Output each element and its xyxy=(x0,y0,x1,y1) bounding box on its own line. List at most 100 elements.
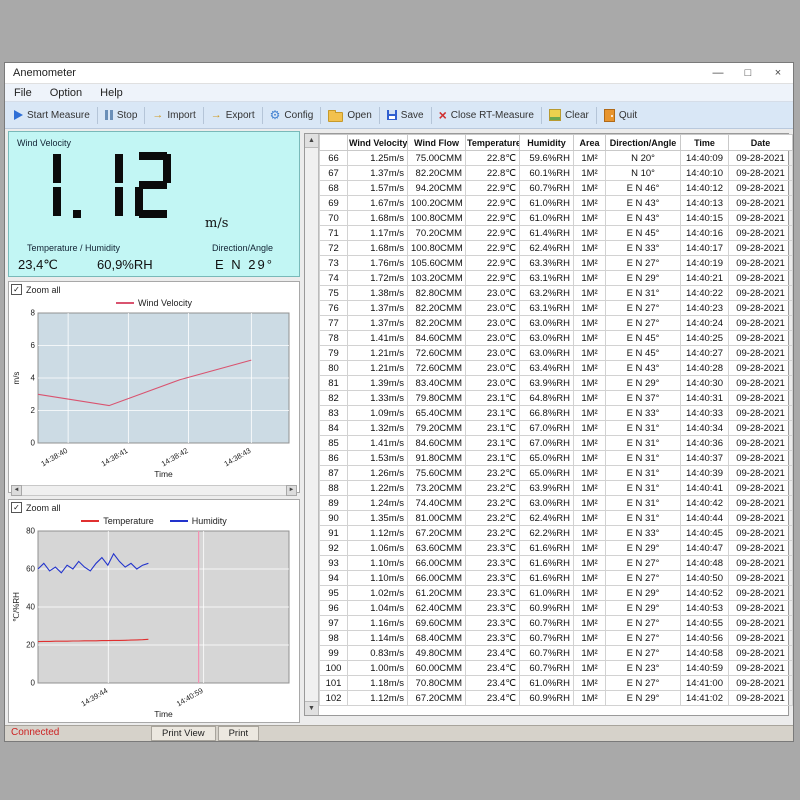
table-row[interactable]: 681.57m/s94.20CMM22.9℃60.7%RH1M²E N 46°1… xyxy=(320,181,793,196)
table-row[interactable]: 941.10m/s66.00CMM23.3℃61.6%RH1M²E N 27°1… xyxy=(320,571,793,586)
velocity-chart-hscrollbar[interactable]: ◄ ► xyxy=(11,485,297,496)
svg-text:14:38:41: 14:38:41 xyxy=(100,446,130,468)
scroll-up-icon[interactable]: ▲ xyxy=(305,134,318,148)
table-row[interactable]: 931.10m/s66.00CMM23.3℃61.6%RH1M²E N 27°1… xyxy=(320,556,793,571)
table-row[interactable]: 791.21m/s72.60CMM23.0℃63.0%RH1M²E N 45°1… xyxy=(320,346,793,361)
table-row[interactable]: 821.33m/s79.80CMM23.1℃64.8%RH1M²E N 37°1… xyxy=(320,391,793,406)
toolbar: Start Measure Stop → Import → Export ⚙ C… xyxy=(5,102,793,129)
table-row[interactable]: 781.41m/s84.60CMM23.0℃63.0%RH1M²E N 45°1… xyxy=(320,331,793,346)
quit-icon xyxy=(604,109,615,122)
start-measure-button[interactable]: Start Measure xyxy=(8,107,96,124)
gear-icon: ⚙ xyxy=(270,109,281,121)
save-button[interactable]: Save xyxy=(381,107,430,124)
table-row[interactable]: 1011.18m/s70.80CMM23.4℃61.0%RH1M²E N 27°… xyxy=(320,676,793,691)
table-row[interactable]: 841.32m/s79.20CMM23.1℃67.0%RH1M²E N 31°1… xyxy=(320,421,793,436)
table-row[interactable]: 951.02m/s61.20CMM23.3℃61.0%RH1M²E N 29°1… xyxy=(320,586,793,601)
zoom-all-checkbox[interactable]: ✓ xyxy=(11,284,22,295)
temperature-legend-swatch xyxy=(81,520,99,522)
table-row[interactable]: 981.14m/s68.40CMM23.3℃60.7%RH1M²E N 27°1… xyxy=(320,631,793,646)
open-button[interactable]: Open xyxy=(322,106,377,125)
svg-text:8: 8 xyxy=(31,309,36,318)
import-button[interactable]: → Import xyxy=(146,107,201,124)
maximize-button[interactable]: □ xyxy=(733,63,763,83)
table-row[interactable]: 1001.00m/s60.00CMM23.4℃60.7%RH1M²E N 23°… xyxy=(320,661,793,676)
table-row[interactable]: 861.53m/s91.80CMM23.1℃65.0%RH1M²E N 31°1… xyxy=(320,451,793,466)
quit-button[interactable]: Quit xyxy=(598,106,643,125)
menu-help[interactable]: Help xyxy=(91,86,132,100)
title-bar: Anemometer — □ × xyxy=(5,63,793,84)
wind-velocity-legend-swatch xyxy=(116,302,134,304)
table-row[interactable]: 731.76m/s105.60CMM22.9℃63.3%RH1M²E N 27°… xyxy=(320,256,793,271)
table-row[interactable]: 661.25m/s75.00CMM22.8℃59.6%RH1M²N 20°14:… xyxy=(320,151,793,166)
table-row[interactable]: 881.22m/s73.20CMM23.2℃63.9%RH1M²E N 31°1… xyxy=(320,481,793,496)
export-icon: → xyxy=(211,110,222,120)
left-panel: Wind Velocity m/s Temperature / Humidity… xyxy=(8,131,300,723)
svg-text:14:39:44: 14:39:44 xyxy=(79,686,109,708)
table-row[interactable]: 971.16m/s69.60CMM23.3℃60.7%RH1M²E N 27°1… xyxy=(320,616,793,631)
velocity-chart-legend: Wind Velocity xyxy=(11,296,297,309)
table-row[interactable]: 691.67m/s100.20CMM22.9℃61.0%RH1M²E N 43°… xyxy=(320,196,793,211)
close-rt-measure-button[interactable]: × Close RT-Measure xyxy=(433,106,540,124)
table-row[interactable]: 831.09m/s65.40CMM23.1℃66.8%RH1M²E N 33°1… xyxy=(320,406,793,421)
temp-humidity-chart-block: ✓ Zoom all Temperature Humidity 02040608… xyxy=(8,499,300,723)
temp-humidity-label: Temperature / Humidity xyxy=(27,243,120,253)
table-panel: ▲ ▼ Wind VelocityWind FlowTemperatureHum… xyxy=(304,133,789,716)
save-icon xyxy=(387,110,397,120)
scroll-left-icon[interactable]: ◄ xyxy=(11,485,22,496)
clear-icon xyxy=(549,109,561,121)
zoom-all-checkbox[interactable]: ✓ xyxy=(11,502,22,513)
table-row[interactable]: 990.83m/s49.80CMM23.4℃60.7%RH1M²E N 27°1… xyxy=(320,646,793,661)
table-row[interactable]: 911.12m/s67.20CMM23.2℃62.2%RH1M²E N 33°1… xyxy=(320,526,793,541)
table-row[interactable]: 741.72m/s103.20CMM22.9℃63.1%RH1M²E N 29°… xyxy=(320,271,793,286)
toolbar-separator xyxy=(596,107,597,124)
table-row[interactable]: 921.06m/s63.60CMM23.3℃61.6%RH1M²E N 29°1… xyxy=(320,541,793,556)
close-icon: × xyxy=(439,109,447,121)
table-row[interactable]: 961.04m/s62.40CMM23.3℃60.9%RH1M²E N 29°1… xyxy=(320,601,793,616)
table-row[interactable]: 851.41m/s84.60CMM23.1℃67.0%RH1M²E N 31°1… xyxy=(320,436,793,451)
column-header: Humidity xyxy=(520,135,574,151)
table-row[interactable]: 701.68m/s100.80CMM22.9℃61.0%RH1M²E N 43°… xyxy=(320,211,793,226)
table-row[interactable]: 1021.12m/s67.20CMM23.4℃60.9%RH1M²E N 29°… xyxy=(320,691,793,706)
scroll-down-icon[interactable]: ▼ xyxy=(305,701,318,715)
table-row[interactable]: 711.17m/s70.20CMM22.9℃61.4%RH1M²E N 45°1… xyxy=(320,226,793,241)
table-row[interactable]: 801.21m/s72.60CMM23.0℃63.4%RH1M²E N 43°1… xyxy=(320,361,793,376)
minimize-button[interactable]: — xyxy=(703,63,733,83)
export-button[interactable]: → Export xyxy=(205,107,261,124)
column-header: Date xyxy=(729,135,793,151)
table-row[interactable]: 721.68m/s100.80CMM22.9℃62.4%RH1M²E N 33°… xyxy=(320,241,793,256)
direction-value: E N 29° xyxy=(215,257,274,272)
pause-icon xyxy=(105,110,108,120)
wind-velocity-label: Wind Velocity xyxy=(17,138,71,148)
svg-text:14:38:40: 14:38:40 xyxy=(39,446,69,468)
table-vscrollbar[interactable]: ▲ ▼ xyxy=(305,134,319,715)
print-view-button[interactable]: Print View xyxy=(151,726,216,741)
svg-text:0: 0 xyxy=(31,439,36,448)
menu-option[interactable]: Option xyxy=(41,86,91,100)
close-button[interactable]: × xyxy=(763,63,793,83)
humidity-value: 60,9%RH xyxy=(97,257,153,272)
table-row[interactable]: 811.39m/s83.40CMM23.0℃63.9%RH1M²E N 29°1… xyxy=(320,376,793,391)
import-icon: → xyxy=(152,110,163,120)
column-header: Direction/Angle xyxy=(606,135,681,151)
wind-velocity-chart: 0246814:38:4014:38:4114:38:4214:38:43Tim… xyxy=(11,309,297,479)
table-row[interactable]: 901.35m/s81.00CMM23.2℃62.4%RH1M²E N 31°1… xyxy=(320,511,793,526)
scroll-right-icon[interactable]: ► xyxy=(286,485,297,496)
svg-text:14:40:59: 14:40:59 xyxy=(175,686,205,708)
table-row[interactable]: 891.24m/s74.40CMM23.2℃63.0%RH1M²E N 31°1… xyxy=(320,496,793,511)
svg-text:0: 0 xyxy=(31,679,36,688)
print-button[interactable]: Print xyxy=(218,726,260,741)
menu-file[interactable]: File xyxy=(5,86,41,100)
status-bar: Connected Print View Print xyxy=(5,725,793,741)
column-header: Time xyxy=(681,135,729,151)
clear-button[interactable]: Clear xyxy=(543,106,595,124)
zoom-all-label: Zoom all xyxy=(26,285,61,295)
table-row[interactable]: 761.37m/s82.20CMM23.0℃63.1%RH1M²E N 27°1… xyxy=(320,301,793,316)
svg-text:20: 20 xyxy=(26,641,35,650)
table-row[interactable]: 671.37m/s82.20CMM22.8℃60.1%RH1M²N 10°14:… xyxy=(320,166,793,181)
table-row[interactable]: 751.38m/s82.80CMM23.0℃63.2%RH1M²E N 31°1… xyxy=(320,286,793,301)
toolbar-separator xyxy=(262,107,263,124)
config-button[interactable]: ⚙ Config xyxy=(264,106,320,124)
table-row[interactable]: 871.26m/s75.60CMM23.2℃65.0%RH1M²E N 31°1… xyxy=(320,466,793,481)
stop-button[interactable]: Stop xyxy=(99,107,144,124)
table-row[interactable]: 771.37m/s82.20CMM23.0℃63.0%RH1M²E N 27°1… xyxy=(320,316,793,331)
